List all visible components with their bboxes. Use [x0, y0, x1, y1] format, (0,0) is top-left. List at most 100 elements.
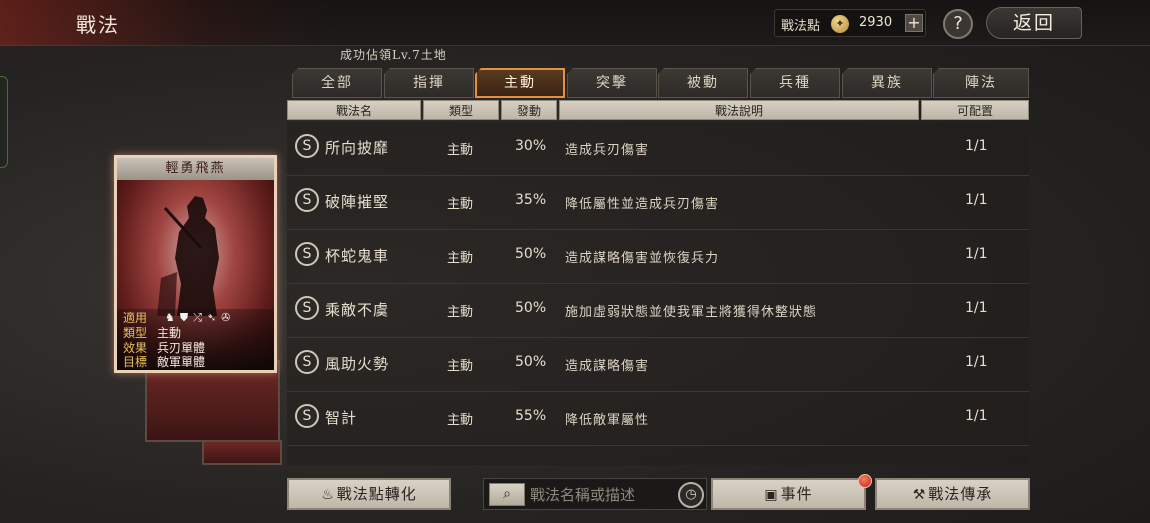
tactic-name: 智計	[325, 409, 358, 427]
tab-assault[interactable]: 突擊	[567, 68, 657, 98]
tab-passive[interactable]: 被動	[658, 68, 748, 98]
applies-label: 適用	[123, 311, 148, 325]
help-button[interactable]: ?	[943, 9, 973, 39]
tactic-name: 破陣摧堅	[325, 193, 390, 211]
general-portrait-image	[157, 196, 219, 316]
convert-points-label: 戰法點轉化	[336, 485, 417, 503]
tactic-allocatable: 1/1	[965, 408, 988, 424]
header-glow	[0, 0, 340, 46]
tab-active[interactable]: 主動	[475, 68, 565, 98]
tab-troop[interactable]: 兵種	[750, 68, 840, 98]
tactic-name: 所向披靡	[325, 139, 390, 157]
tactic-card[interactable]: 輕勇飛燕 適用 ♞ ⛊ ⤮ ➴ ✇ 類型 主動 效果 兵刃單體 目標 敵軍單體	[114, 155, 277, 373]
cavalry-icon: ♞	[165, 311, 175, 324]
top-bar: 戰法 戰法點 ✦ 2930 + ? 返回	[0, 0, 1150, 46]
tactic-rate: 50%	[515, 246, 547, 262]
column-header-rate[interactable]: 發動	[501, 100, 557, 120]
tactic-description: 降低屬性並造成兵刃傷害	[565, 197, 720, 212]
tactic-type: 主動	[447, 251, 474, 266]
tactic-description: 造成謀略傷害並恢復兵力	[565, 251, 720, 266]
tab-all[interactable]: 全部	[292, 68, 382, 98]
notification-dot	[858, 474, 872, 488]
event-label: 事件	[780, 485, 813, 503]
points-value: 2930	[859, 15, 893, 30]
clock-icon: ◷	[685, 487, 697, 502]
side-drawer-handle[interactable]	[0, 76, 8, 168]
card-stack-back	[202, 440, 282, 465]
points-label: 戰法點	[781, 19, 821, 34]
type-label: 類型	[123, 326, 148, 340]
column-header-allocatable[interactable]: 可配置	[921, 100, 1029, 120]
tactic-description: 造成兵刃傷害	[565, 143, 650, 158]
column-header-name[interactable]: 戰法名	[287, 100, 421, 120]
grade-badge: S	[295, 188, 319, 212]
table-row[interactable]: S 破陣摧堅 主動 35% 降低屬性並造成兵刃傷害 1/1	[287, 176, 1029, 230]
grade-badge: S	[295, 242, 319, 266]
event-button[interactable]: ▣ 事件	[711, 478, 866, 510]
tactic-type: 主動	[447, 413, 474, 428]
tactic-rate: 50%	[515, 354, 547, 370]
tactic-name: 風助火勢	[325, 355, 390, 373]
tactic-rate: 55%	[515, 408, 547, 424]
search-box: ⌕ ◷	[483, 478, 707, 510]
grade-badge: S	[295, 134, 319, 158]
table-row[interactable]: S 杯蛇鬼車 主動 50% 造成謀略傷害並恢復兵力 1/1	[287, 230, 1029, 284]
event-scroll-icon: ▣	[764, 487, 779, 503]
tactic-allocatable: 1/1	[965, 300, 988, 316]
spear-icon: ➴	[206, 311, 217, 324]
hammer-icon: ⚒	[912, 487, 927, 503]
tab-formation[interactable]: 陣法	[933, 68, 1029, 98]
add-points-button[interactable]: +	[905, 14, 923, 32]
tactic-allocatable: 1/1	[965, 138, 988, 154]
convert-points-button[interactable]: ♨ 戰法點轉化	[287, 478, 451, 510]
tab-command[interactable]: 指揮	[384, 68, 474, 98]
grade-badge: S	[295, 296, 319, 320]
tactic-name: 杯蛇鬼車	[325, 247, 390, 265]
tactic-rate: 50%	[515, 300, 547, 316]
tactic-description: 施加虛弱狀態並使我軍主將獲得休整狀態	[565, 305, 818, 320]
tactic-type: 主動	[447, 359, 474, 374]
back-button[interactable]: 返回	[986, 7, 1082, 39]
table-row[interactable]: S 乘敵不虞 主動 50% 施加虛弱狀態並使我軍主將獲得休整狀態 1/1	[287, 284, 1029, 338]
tactic-type: 主動	[447, 197, 474, 212]
card-effect-row: 效果 兵刃單體	[123, 341, 205, 355]
card-title: 輕勇飛燕	[117, 158, 274, 180]
tactic-rate: 30%	[515, 138, 547, 154]
tactic-type: 主動	[447, 305, 474, 320]
tactic-allocatable: 1/1	[965, 246, 988, 262]
table-row[interactable]: S 智計 主動 55% 降低敵軍屬性 1/1	[287, 392, 1029, 446]
tactic-type: 主動	[447, 143, 474, 158]
flame-icon: ♨	[321, 487, 335, 503]
tactic-description: 造成謀略傷害	[565, 359, 650, 374]
column-header-type[interactable]: 類型	[423, 100, 499, 120]
coin-icon: ✦	[831, 15, 849, 33]
table-row[interactable]: S 風助火勢 主動 50% 造成謀略傷害 1/1	[287, 338, 1029, 392]
history-button[interactable]: ◷	[678, 482, 704, 508]
shield-icon: ⛊	[179, 311, 189, 324]
target-value: 敵軍單體	[157, 355, 206, 369]
card-applies-row: 適用 ♞ ⛊ ⤮ ➴ ✇	[123, 311, 230, 325]
tactic-description: 降低敵軍屬性	[565, 413, 650, 428]
page-title: 戰法	[76, 13, 120, 37]
table-row-partial[interactable]	[287, 446, 1029, 465]
tab-foreign[interactable]: 異族	[842, 68, 932, 98]
card-target-row: 目標 敵軍單體	[123, 355, 205, 369]
column-header-description: 戰法說明	[559, 100, 919, 120]
notification-text: 成功佔領Lv.7土地	[340, 48, 447, 62]
tactic-allocatable: 1/1	[965, 354, 988, 370]
effect-value: 兵刃單體	[157, 341, 206, 355]
inherit-button[interactable]: ⚒ 戰法傳承	[875, 478, 1030, 510]
search-icon: ⌕	[503, 486, 511, 502]
grade-badge: S	[295, 350, 319, 374]
search-input[interactable]	[530, 483, 670, 506]
card-info-panel: 適用 ♞ ⛊ ⤮ ➴ ✇ 類型 主動 效果 兵刃單體 目標 敵軍單體	[117, 309, 274, 370]
bow-icon: ⤮	[193, 311, 202, 324]
table-row[interactable]: S 所向披靡 主動 30% 造成兵刃傷害 1/1	[287, 122, 1029, 176]
card-type-row: 類型 主動	[123, 326, 181, 340]
type-value: 主動	[157, 326, 182, 340]
wheel-icon: ✇	[221, 311, 231, 324]
tactic-points-display: 戰法點 ✦ 2930 +	[774, 9, 926, 37]
search-button[interactable]: ⌕	[489, 483, 525, 506]
tactics-table: S 所向披靡 主動 30% 造成兵刃傷害 1/1 S 破陣摧堅 主動 35% 降…	[287, 122, 1029, 465]
target-label: 目標	[123, 355, 148, 369]
